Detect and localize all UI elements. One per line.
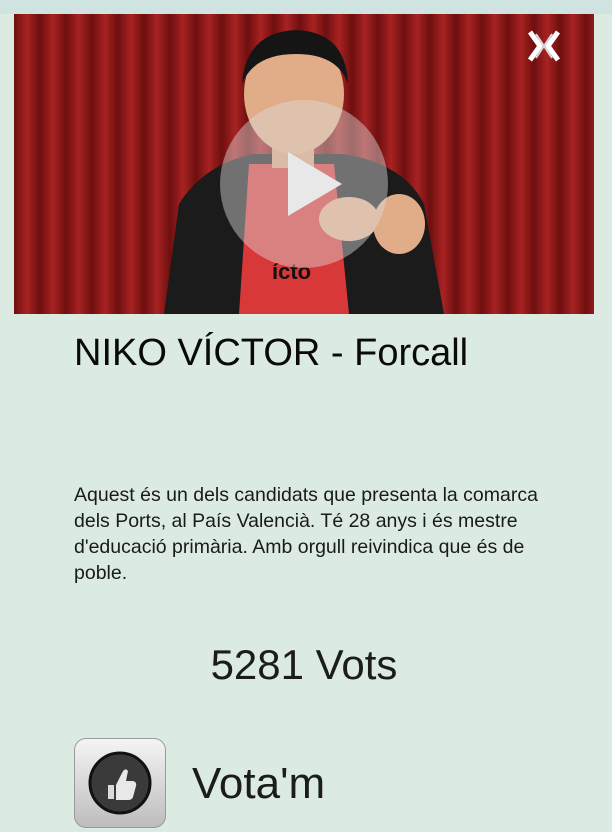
close-icon (527, 30, 561, 62)
top-strip (0, 0, 612, 14)
vote-label[interactable]: Vota'm (192, 756, 325, 812)
vote-count: 5281 Vots (210, 641, 398, 688)
video-player[interactable]: ícto (14, 14, 594, 314)
close-button[interactable] (524, 26, 564, 66)
candidate-title: NIKO VÍCTOR - Forcall (74, 332, 469, 374)
play-button[interactable] (220, 100, 388, 268)
vote-button[interactable]: Vota'm (74, 738, 394, 830)
thumbs-up-icon (88, 751, 152, 815)
candidate-description: Aquest és un dels candidats que presenta… (74, 484, 538, 584)
play-icon (288, 152, 342, 216)
vote-icon-box[interactable] (74, 738, 166, 828)
